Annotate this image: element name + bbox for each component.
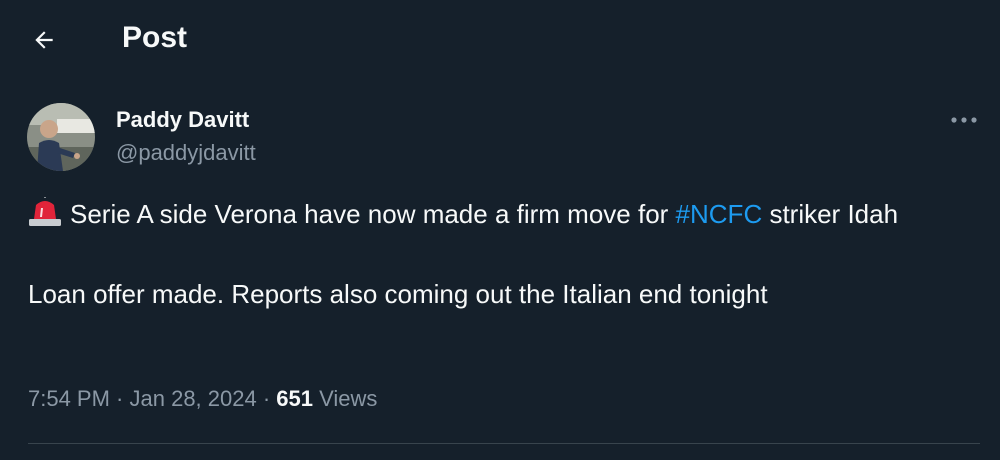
avatar-image: [27, 103, 95, 171]
meta-separator: ·: [256, 386, 277, 411]
post-time[interactable]: 7:54 PM: [28, 386, 110, 411]
post-metadata: 7:54 PM · Jan 28, 2024 · 651 Views: [28, 383, 377, 415]
post-text-segment: Serie A side Verona have now made a firm…: [70, 199, 676, 229]
divider: [28, 443, 980, 444]
hashtag-link[interactable]: #NCFC: [676, 199, 763, 229]
author-handle[interactable]: @paddyjdavitt: [116, 140, 256, 166]
more-options-button[interactable]: [944, 106, 984, 134]
arrow-left-icon: [35, 31, 53, 49]
post-header: Post: [0, 0, 1000, 78]
post-text-segment-end: striker Idah: [762, 199, 899, 229]
author-name[interactable]: Paddy Davitt: [116, 107, 249, 133]
views-count: 651: [276, 386, 314, 411]
back-button[interactable]: [24, 20, 64, 60]
post-text-paragraph-1: Serie A side Verona have now made a firm…: [28, 196, 958, 233]
post-date[interactable]: Jan 28, 2024: [130, 386, 257, 411]
post-page: Post Paddy Davitt @paddyjdavitt Serie A …: [0, 0, 1000, 460]
views-label: Views: [313, 386, 378, 411]
more-horizontal-icon: [951, 117, 977, 123]
avatar[interactable]: [27, 103, 95, 171]
police-light-emoji-icon: [29, 197, 61, 226]
page-title: Post: [122, 21, 188, 54]
post-text: Serie A side Verona have now made a firm…: [28, 196, 958, 313]
meta-separator: ·: [109, 386, 130, 411]
post-text-paragraph-2: Loan offer made. Reports also coming out…: [28, 279, 768, 309]
